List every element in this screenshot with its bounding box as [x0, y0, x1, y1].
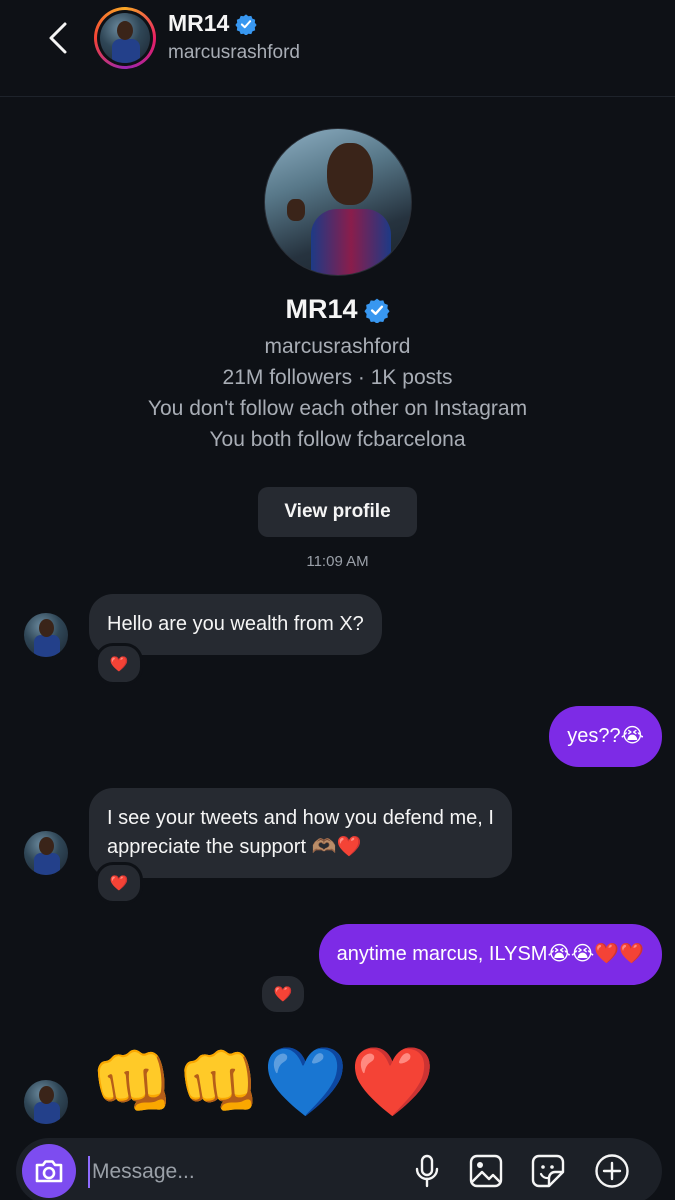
message-bubble-outgoing[interactable]: yes??😭 [549, 706, 662, 767]
back-button[interactable] [38, 16, 78, 60]
plus-circle-icon [595, 1154, 629, 1188]
sender-avatar[interactable] [24, 613, 68, 657]
message-bubble-incoming[interactable]: I see your tweets and how you defend me,… [89, 788, 512, 878]
message-bubble-outgoing[interactable]: anytime marcus, ILYSM😭😭❤️❤️ [318, 924, 662, 985]
sticker-button[interactable] [530, 1153, 566, 1189]
profile-handle: marcusrashford [264, 335, 411, 358]
microphone-icon [415, 1154, 439, 1188]
camera-icon [35, 1160, 63, 1183]
sender-avatar[interactable] [24, 1080, 68, 1124]
profile-stats: 21M followers · 1K posts [222, 366, 453, 389]
view-profile-button[interactable]: View profile [258, 487, 417, 537]
profile-name: MR14 [0, 294, 675, 325]
message-reaction[interactable]: ❤️ [95, 862, 143, 904]
chat-header: MR14 marcusrashford [0, 0, 675, 97]
add-button[interactable] [594, 1153, 630, 1189]
follow-status: You don't follow each other on Instagram [147, 397, 528, 420]
gallery-button[interactable] [468, 1153, 504, 1189]
chevron-left-icon [49, 22, 67, 54]
profile-summary: MR14 marcusrashford 21M followers · 1K p… [0, 128, 675, 570]
emoji-message[interactable]: 👊👊💙❤️ [90, 1042, 437, 1122]
camera-button[interactable] [22, 1144, 76, 1198]
verified-badge-icon [235, 13, 257, 35]
sticker-icon [531, 1154, 565, 1188]
message-timestamp: 11:09 AM [306, 553, 369, 570]
message-input[interactable] [88, 1156, 394, 1188]
profile-avatar[interactable] [263, 128, 412, 276]
dm-thread-screen: MR14 marcusrashford MR14 marcusrashford … [0, 0, 675, 1200]
header-name[interactable]: MR14 [168, 10, 257, 37]
mutual-follow: You both follow fcbarcelona [209, 428, 466, 451]
header-avatar[interactable] [94, 7, 156, 69]
verified-badge-icon [363, 298, 390, 323]
message-reaction[interactable]: ❤️ [259, 973, 307, 1015]
message-reaction[interactable]: ❤️ [95, 643, 143, 685]
sender-avatar[interactable] [24, 831, 68, 875]
avatar-image [100, 13, 150, 63]
message-composer [16, 1138, 662, 1200]
microphone-button[interactable] [409, 1153, 445, 1189]
header-handle: marcusrashford [168, 42, 300, 63]
image-icon [469, 1154, 503, 1188]
